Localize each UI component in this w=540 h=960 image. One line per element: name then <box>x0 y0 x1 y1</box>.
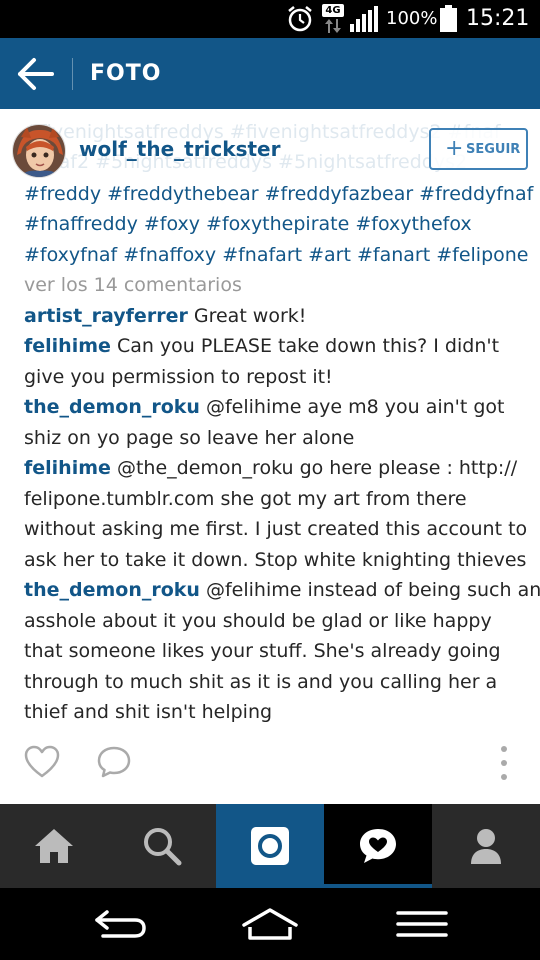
back-button[interactable] <box>14 54 56 94</box>
comment-text: ask her to take it down. Stop white knig… <box>24 549 527 571</box>
alarm-icon <box>288 6 312 32</box>
comment: felihime Can you PLEASE take down this? … <box>24 333 499 359</box>
activity-heart-bubble-icon <box>360 829 396 863</box>
clock: 15:21 <box>466 6 530 31</box>
status-bar: 4G 100% 15:21 <box>0 0 540 38</box>
search-icon <box>144 828 182 866</box>
home-icon <box>35 829 73 863</box>
comment-text: @the_demon_roku go here please : http:// <box>110 457 518 479</box>
comment: artist_rayferrer Great work! <box>24 303 306 329</box>
camera-icon <box>251 827 289 865</box>
comment-username[interactable]: felihime <box>24 457 111 479</box>
comment-text: give you permission to repost it! <box>24 366 333 388</box>
post-detail[interactable]: #fivenightsatfreddys #fivenightsatfreddy… <box>0 109 540 804</box>
home-nav-icon[interactable] <box>240 904 300 944</box>
tab-camera[interactable] <box>216 804 324 888</box>
tab-activity[interactable] <box>324 804 432 888</box>
vertical-ellipsis-icon[interactable] <box>492 743 516 783</box>
battery-icon <box>440 5 457 32</box>
comment: felihime @the_demon_roku go here please … <box>24 455 517 481</box>
comment-username[interactable]: the_demon_roku <box>24 579 200 601</box>
avatar[interactable] <box>12 124 66 178</box>
bottom-tab-bar <box>0 804 540 888</box>
speech-bubble-icon[interactable] <box>96 745 132 779</box>
app-bar-divider <box>72 58 73 90</box>
avatar-illustration <box>13 125 65 177</box>
tab-profile[interactable] <box>432 804 540 888</box>
page-title: FOTO <box>90 61 162 86</box>
data-arrows-icon <box>325 19 341 33</box>
comment-text: felipone.tumblr.com she got my art from … <box>24 488 467 510</box>
back-nav-icon[interactable] <box>89 904 149 944</box>
comment-text: shiz on yo page so leave her alone <box>24 427 355 449</box>
comment: the_demon_roku @felihime instead of bein… <box>24 577 540 603</box>
tab-home[interactable] <box>0 804 108 888</box>
battery-percent: 100% <box>386 8 438 29</box>
tab-search[interactable] <box>108 804 216 888</box>
comment-text: thief and shit isn't helping <box>24 701 273 723</box>
comment-text: that someone likes your stuff. She's alr… <box>24 640 501 662</box>
post-username[interactable]: wolf_the_trickster <box>79 136 280 162</box>
plus-icon: + <box>445 136 464 161</box>
heart-outline-icon[interactable] <box>24 745 60 779</box>
network-type: 4G <box>322 4 344 17</box>
follow-button[interactable]: + SEGUIR <box>429 128 528 170</box>
profile-icon <box>471 829 501 864</box>
comment-text: through to much shit as it is and you ca… <box>24 671 498 693</box>
hashtag-line[interactable]: #fnaffreddy #foxy #foxythepirate #foxyth… <box>24 211 472 237</box>
comment-text: @felihime instead of being such an <box>199 579 540 601</box>
menu-nav-icon[interactable] <box>392 904 452 944</box>
app-bar: FOTO <box>0 38 540 109</box>
system-navigation-bar <box>0 888 540 960</box>
comment-text: without asking me first. I just created … <box>24 518 528 540</box>
comment-username[interactable]: felihime <box>24 335 111 357</box>
comment-username[interactable]: artist_rayferrer <box>24 305 188 327</box>
comment-text: @felihime aye m8 you ain't got <box>199 396 505 418</box>
comment-text: asshole about it you should be glad or l… <box>24 610 492 632</box>
follow-label: SEGUIR <box>466 142 521 157</box>
view-all-comments-link[interactable]: ver los 14 comentarios <box>24 272 242 298</box>
comment-username[interactable]: the_demon_roku <box>24 396 200 418</box>
hashtag-line[interactable]: #foxyfnaf #fnaffoxy #fnafart #art #fanar… <box>24 242 529 268</box>
comment: the_demon_roku @felihime aye m8 you ain'… <box>24 394 505 420</box>
signal-icon <box>350 6 378 32</box>
comment-text: Great work! <box>187 305 307 327</box>
comment-text: Can you PLEASE take down this? I didn't <box>110 335 500 357</box>
hashtag-line[interactable]: #freddy #freddythebear #freddyfazbear #f… <box>24 181 533 207</box>
network-indicator: 4G <box>322 4 344 34</box>
